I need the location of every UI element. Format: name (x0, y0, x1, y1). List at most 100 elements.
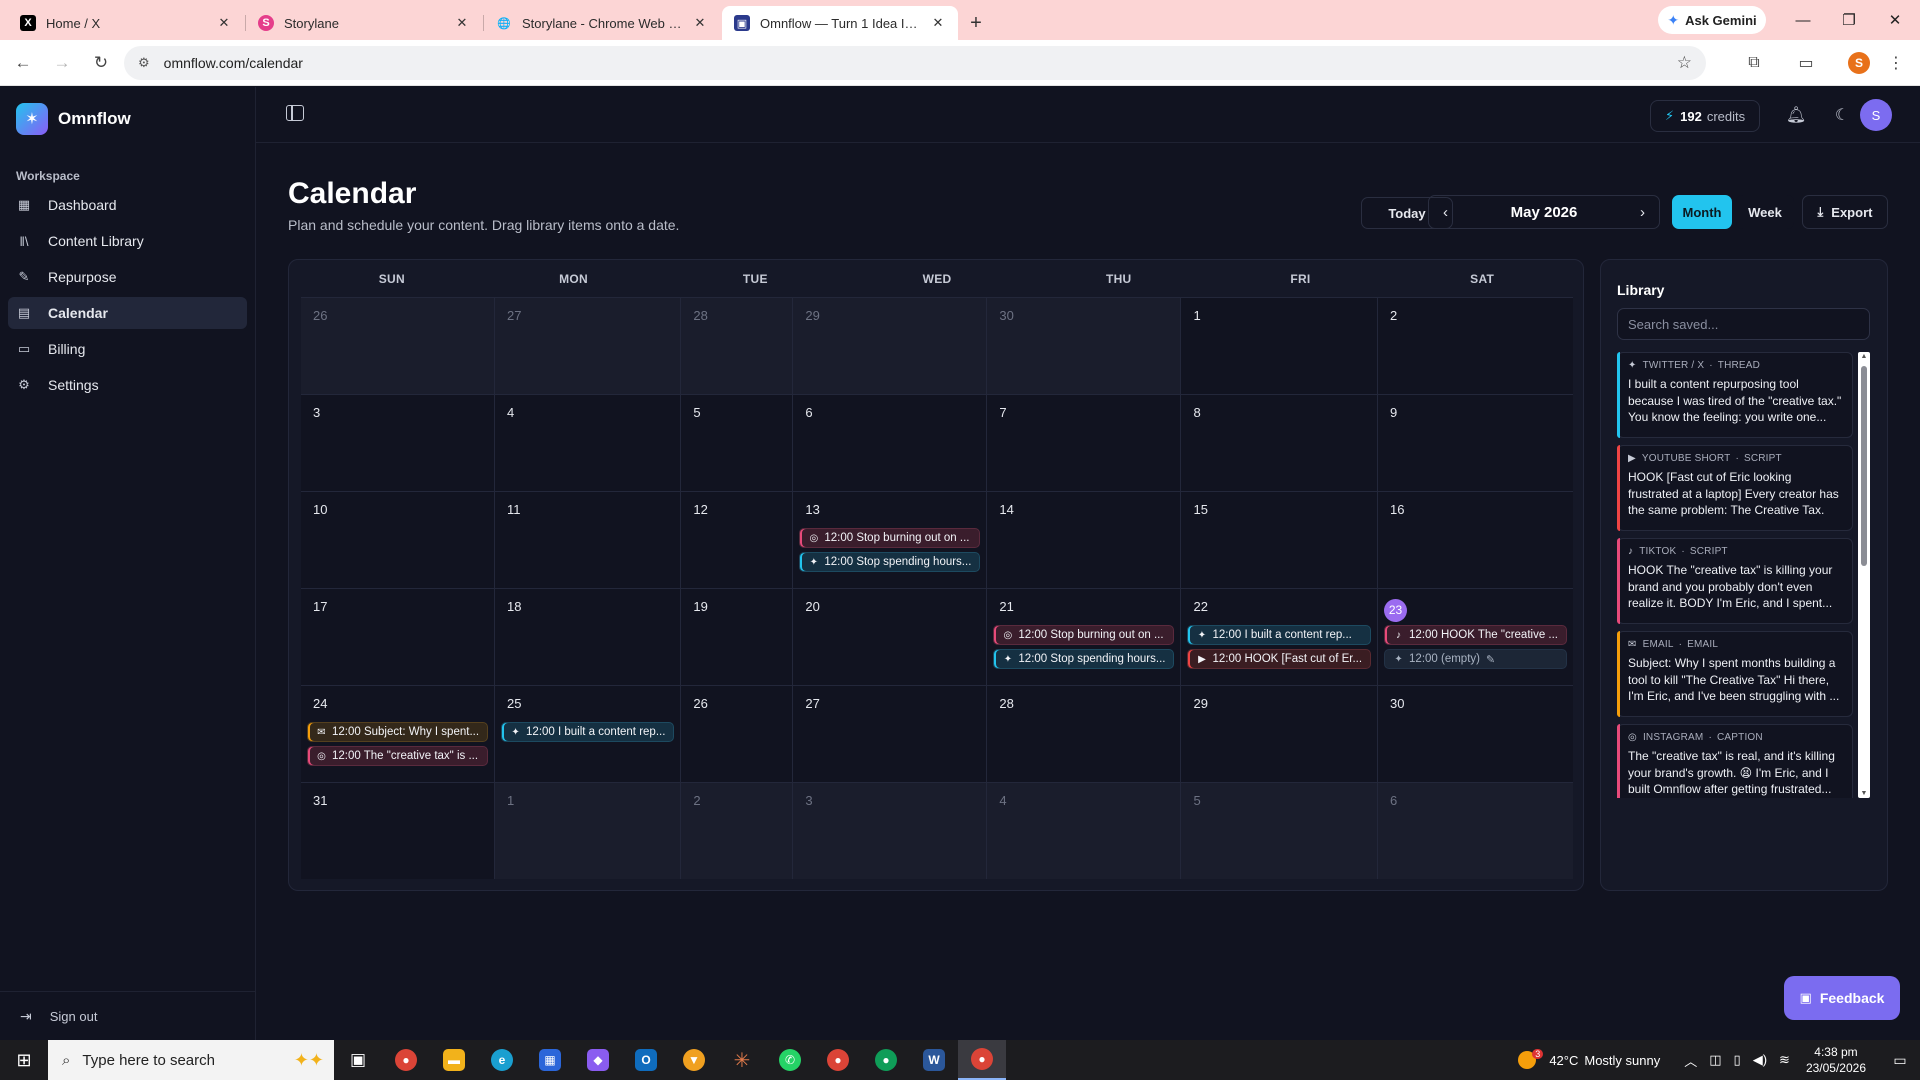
calendar-day-cell[interactable]: 17 (301, 588, 496, 685)
volume-icon[interactable]: ◀) (1753, 1052, 1767, 1068)
ask-gemini-button[interactable]: ✦ Ask Gemini (1658, 6, 1766, 34)
sidebar-item-billing[interactable]: ▭ Billing (8, 333, 247, 365)
tab-close-icon[interactable]: ✕ (692, 15, 708, 31)
tab-close-icon[interactable]: ✕ (930, 15, 946, 31)
edge-icon[interactable]: e (478, 1040, 526, 1080)
calendar-day-cell[interactable]: 24 ✉ 12:00 Subject: Why I spent... ◎ 12:00 T… (301, 685, 496, 782)
calendar-day-cell[interactable]: 18 (495, 588, 682, 685)
user-avatar[interactable]: S (1860, 99, 1892, 131)
calendar-day-cell[interactable]: 10 (301, 491, 496, 588)
taskbar-search-box[interactable]: ⌕ Type here to search ✦✦ (48, 1040, 334, 1080)
outlook-icon[interactable]: O (622, 1040, 670, 1080)
task-view-icon[interactable]: ▣ (334, 1040, 382, 1080)
calendar-day-cell[interactable]: 29 (793, 297, 988, 394)
calendar-day-cell[interactable]: 27 (495, 297, 682, 394)
calendar-day-cell[interactable]: 30 (1378, 685, 1573, 782)
calendar-day-cell[interactable]: 23 ♪ 12:00 HOOK The "creative ... ✦ 12:00 (e… (1378, 588, 1573, 685)
brand[interactable]: ✶ Omnflow (16, 103, 131, 135)
calendar-day-cell[interactable]: 31 (301, 782, 496, 879)
calendar-day-cell[interactable]: 6 (1378, 782, 1573, 879)
chrome-profile-2-icon[interactable]: ● (814, 1040, 862, 1080)
calendar-day-cell[interactable]: 5 (681, 394, 794, 491)
notifications-icon[interactable]: ▭ (1880, 1052, 1920, 1069)
export-button[interactable]: ⤓ Export (1802, 195, 1888, 229)
calendar-day-cell[interactable]: 4 (495, 394, 682, 491)
restore-window-button[interactable]: ❐ (1826, 0, 1872, 40)
browser-tab[interactable]: S Storylane ✕ (246, 6, 484, 40)
week-view-button[interactable]: Week (1736, 195, 1794, 229)
next-month-button[interactable]: › (1640, 204, 1645, 221)
library-item[interactable]: ✉ EMAIL · EMAIL Subject: Why I spent months … (1617, 631, 1853, 717)
sidebar-item-dashboard[interactable]: ▦ Dashboard (8, 189, 247, 221)
library-search-input[interactable] (1617, 308, 1870, 340)
sign-out-button[interactable]: ⇥ Sign out (0, 991, 255, 1041)
calendar-day-cell[interactable]: 28 (987, 685, 1182, 782)
calendar-day-cell[interactable]: 9 (1378, 394, 1573, 491)
prev-month-button[interactable]: ‹ (1443, 204, 1448, 221)
calendar-day-cell[interactable]: 26 (301, 297, 496, 394)
month-view-button[interactable]: Month (1672, 195, 1732, 229)
new-tab-button[interactable]: + (960, 6, 992, 40)
chrome-taskbar-icon[interactable]: ● (382, 1040, 430, 1080)
calendar-day-cell[interactable]: 21 ◎ 12:00 Stop burning out on ... ✦ 12:00 S… (987, 588, 1182, 685)
chrome-menu-icon[interactable]: ⋮ (1880, 47, 1912, 79)
calendar-day-cell[interactable]: 19 (681, 588, 794, 685)
back-button[interactable]: ← (7, 47, 39, 79)
library-item[interactable]: ✦ TWITTER / X · THREAD I built a content rep… (1617, 352, 1853, 438)
minimize-window-button[interactable]: — (1780, 0, 1826, 40)
browser-tab[interactable]: ▣ Omnflow — Turn 1 Idea Into a ✕ (722, 6, 958, 40)
calendar-day-cell[interactable]: 11 (495, 491, 682, 588)
sidebar-item-calendar[interactable]: ▤ Calendar (8, 297, 247, 329)
forward-button[interactable]: → (46, 47, 78, 79)
calendar-event[interactable]: ✦ 12:00 I built a content rep... (501, 722, 675, 742)
close-window-button[interactable]: ✕ (1872, 0, 1918, 40)
tab-search-icon[interactable]: ▭ (1790, 47, 1822, 79)
claude-icon[interactable]: ✳ (718, 1040, 766, 1080)
windows-start-icon[interactable]: ⊞ (0, 1040, 48, 1080)
bell-icon[interactable]: 🔔︎ (1784, 103, 1808, 127)
word-icon[interactable]: W (910, 1040, 958, 1080)
calendar-day-cell[interactable]: 30 (987, 297, 1182, 394)
sidebar-toggle-icon[interactable] (286, 105, 304, 121)
chevron-up-icon[interactable]: ︿ (1684, 1051, 1697, 1070)
bookmark-star-icon[interactable]: ☆ (1677, 53, 1692, 73)
calendar-day-cell[interactable]: 2 (681, 782, 794, 879)
camera-icon[interactable]: ◫ (1709, 1052, 1721, 1068)
tab-close-icon[interactable]: ✕ (454, 15, 470, 31)
calendar-day-cell[interactable]: 1 (1181, 297, 1379, 394)
brave-icon[interactable]: ▼ (670, 1040, 718, 1080)
browser-tab[interactable]: 🌐 Storylane - Chrome Web Store ✕ (484, 6, 720, 40)
calendar-day-cell[interactable]: 2 (1378, 297, 1573, 394)
calendar-day-cell[interactable]: 12 (681, 491, 794, 588)
chrome-active-icon[interactable]: ● (958, 1040, 1006, 1080)
sidebar-item-settings[interactable]: ⚙ Settings (8, 369, 247, 401)
calendar-day-cell[interactable]: 3 (793, 782, 988, 879)
calendar-event[interactable]: ✦ 12:00 I built a content rep... (1187, 625, 1372, 645)
credits-badge[interactable]: ⚡ 192 credits (1650, 100, 1761, 132)
scroll-down-arrow-icon[interactable]: ▼ (1858, 790, 1870, 797)
calendar-event[interactable]: ◎ 12:00 Stop burning out on ... (799, 528, 981, 548)
copilot-icon[interactable]: ◆ (574, 1040, 622, 1080)
calendar-day-cell[interactable]: 7 (987, 394, 1182, 491)
reload-button[interactable]: ↻ (85, 47, 117, 79)
calendar-event[interactable]: ◎ 12:00 Stop burning out on ... (993, 625, 1175, 645)
whatsapp-icon[interactable]: ✆ (766, 1040, 814, 1080)
calendar-day-cell[interactable]: 25 ✦ 12:00 I built a content rep... (495, 685, 682, 782)
wifi-icon[interactable]: ≋ (1779, 1052, 1790, 1068)
chrome-profile-3-icon[interactable]: ● (862, 1040, 910, 1080)
network-icon[interactable]: ▯ (1734, 1052, 1741, 1068)
sidebar-item-repurpose[interactable]: ✎ Repurpose (8, 261, 247, 293)
moon-icon[interactable]: ☾ (1830, 103, 1854, 127)
browser-tab[interactable]: X Home / X ✕ (8, 6, 246, 40)
file-explorer-icon[interactable]: ▬ (430, 1040, 478, 1080)
calendar-event[interactable]: ✦ 12:00 Stop spending hours... (993, 649, 1175, 669)
calendar-day-cell[interactable]: 15 (1181, 491, 1379, 588)
calendar-day-cell[interactable]: 1 (495, 782, 682, 879)
calendar-day-cell[interactable]: 14 (987, 491, 1182, 588)
calendar-event[interactable]: ▶ 12:00 HOOK [Fast cut of Er... (1187, 649, 1372, 669)
tab-close-icon[interactable]: ✕ (216, 15, 232, 31)
calendar-day-cell[interactable]: 3 (301, 394, 496, 491)
weather-widget[interactable]: 3 42°C Mostly sunny (1518, 1049, 1660, 1069)
scroll-up-arrow-icon[interactable]: ▲ (1858, 353, 1870, 360)
library-scrollbar[interactable]: ▲ ▼ (1858, 352, 1870, 798)
